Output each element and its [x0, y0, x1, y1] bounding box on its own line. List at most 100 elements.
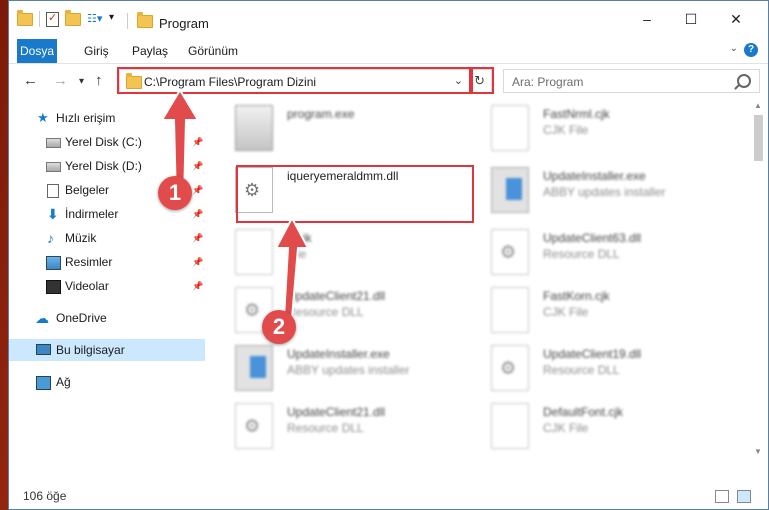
sidebar-item-onedrive[interactable]: ☁ OneDrive	[9, 307, 205, 329]
file-name: UpdateClient63.dll	[543, 231, 642, 245]
sidebar-item-label: İndirmeler	[65, 207, 119, 221]
videos-icon	[46, 280, 61, 294]
title-separator	[127, 13, 128, 29]
explorer-window: ☷▾ ▾ Program – ☐ ✕ Dosya Giriş Paylaş Gö…	[8, 0, 769, 510]
file-type: Resource DLL	[287, 421, 364, 435]
sidebar-item-label: Hızlı erişim	[56, 111, 116, 125]
window-title: Program	[159, 16, 209, 31]
file-item[interactable]: FastNrml.cjk CJK File	[485, 101, 725, 157]
download-icon: ⬇	[47, 206, 59, 222]
maximize-button[interactable]: ☐	[681, 11, 701, 27]
title-bar: ☷▾ ▾ Program – ☐ ✕	[9, 1, 768, 37]
navigation-bar: ← → ▾ ↑ C:\Program Files\Program Dizini …	[9, 67, 768, 95]
dll-gear-icon	[491, 229, 529, 275]
file-item[interactable]: UpdateClient19.dll Resource DLL	[485, 341, 725, 397]
computer-icon	[36, 344, 51, 355]
document-icon	[491, 105, 529, 151]
sidebar-item-label: Yerel Disk (D:)	[65, 159, 142, 173]
search-icon[interactable]	[737, 74, 751, 88]
properties-icon[interactable]	[46, 11, 59, 27]
large-icons-view-icon[interactable]	[737, 490, 751, 503]
ribbon-expand-icon[interactable]: ⌄	[730, 43, 738, 54]
search-box[interactable]: Ara: Program	[503, 69, 760, 93]
file-item[interactable]: UpdateInstaller.exe ABBY updates install…	[229, 341, 469, 397]
tab-share[interactable]: Paylaş	[123, 39, 177, 63]
sidebar-item-videos[interactable]: Videolar 📌	[9, 275, 205, 297]
file-type: Resource DLL	[543, 363, 620, 377]
disk-icon	[46, 138, 61, 148]
file-item[interactable]: UpdateClient63.dll Resource DLL	[485, 225, 725, 281]
toolbar-separator	[39, 11, 40, 27]
file-item[interactable]: UpdateClient21.dll Resource DLL	[229, 399, 469, 455]
dll-gear-icon	[491, 345, 529, 391]
cloud-icon: ☁	[35, 310, 49, 326]
file-name: program.exe	[287, 107, 355, 121]
file-type: ABBY updates installer	[543, 185, 666, 199]
up-button[interactable]: ↑	[95, 72, 103, 89]
file-type: ABBY updates installer	[287, 363, 410, 377]
file-name: FastKorn.cjk	[543, 289, 610, 303]
folder-icon[interactable]	[17, 9, 33, 26]
search-input[interactable]: Ara: Program	[512, 75, 583, 89]
recent-locations-button[interactable]: ▾	[79, 76, 84, 87]
file-name: UpdateClient21.dll	[287, 405, 386, 419]
scroll-thumb[interactable]	[754, 115, 763, 161]
file-type: CJK File	[543, 123, 589, 137]
sidebar-item-label: OneDrive	[56, 311, 107, 325]
music-icon: ♪	[47, 230, 54, 246]
file-item[interactable]: program.exe	[229, 101, 469, 157]
status-bar: 106 öğe	[9, 483, 768, 509]
sidebar-item-label: Videolar	[65, 279, 109, 293]
document-icon	[491, 403, 529, 449]
new-folder-icon[interactable]	[65, 9, 81, 26]
sidebar-item-pictures[interactable]: Resimler 📌	[9, 251, 205, 273]
sidebar-item-label: Müzik	[65, 231, 97, 245]
view-options-icon[interactable]: ☷▾	[87, 12, 103, 26]
pin-icon[interactable]: 📌	[192, 227, 203, 249]
close-button[interactable]: ✕	[726, 11, 746, 27]
application-icon	[235, 105, 273, 151]
pin-icon[interactable]: 📌	[192, 251, 203, 273]
file-type: CJK File	[543, 421, 589, 435]
file-name: UpdateInstaller.exe	[543, 169, 646, 183]
forward-button[interactable]: →	[53, 72, 68, 89]
sidebar-item-this-pc[interactable]: Bu bilgisayar	[9, 339, 205, 361]
help-icon[interactable]: ?	[744, 43, 758, 57]
file-type: Resource DLL	[543, 247, 620, 261]
file-item[interactable]: FastKorn.cjk CJK File	[485, 283, 725, 339]
file-item[interactable]: UpdateInstaller.exe ABBY updates install…	[485, 163, 725, 219]
sidebar-item-label: Yerel Disk (C:)	[65, 135, 142, 149]
pin-icon[interactable]: 📌	[192, 275, 203, 297]
tab-view[interactable]: Görünüm	[179, 39, 247, 63]
sidebar-item-label: Ağ	[56, 375, 71, 389]
vertical-scrollbar[interactable]: ▲ ▼	[751, 101, 765, 456]
scroll-down-icon[interactable]: ▼	[754, 447, 762, 456]
details-view-icon[interactable]	[715, 490, 729, 503]
step-1-badge: 1	[158, 176, 192, 210]
file-item[interactable]: DefaultFont.cjk CJK File	[485, 399, 725, 455]
file-highlight-box	[236, 165, 474, 223]
pictures-icon	[46, 256, 61, 270]
scroll-up-icon[interactable]: ▲	[754, 101, 762, 110]
sidebar-item-label: Bu bilgisayar	[56, 343, 125, 357]
tab-home[interactable]: Giriş	[75, 39, 118, 63]
quick-access-toolbar: ☷▾ ▾	[17, 9, 123, 27]
back-button[interactable]: ←	[23, 72, 38, 89]
sidebar-item-network[interactable]: Ağ	[9, 371, 205, 393]
network-icon	[36, 376, 51, 390]
tab-file[interactable]: Dosya	[17, 39, 57, 63]
item-count: 106 öğe	[23, 489, 67, 503]
refresh-highlight-box	[469, 67, 494, 94]
document-icon	[491, 287, 529, 333]
file-type: CJK File	[543, 305, 589, 319]
documents-icon	[47, 184, 59, 198]
file-name: UpdateClient19.dll	[543, 347, 642, 361]
minimize-button[interactable]: –	[637, 11, 657, 27]
step-2-badge: 2	[262, 310, 296, 344]
customize-qat-icon[interactable]: ▾	[109, 12, 123, 26]
sidebar-item-label: Belgeler	[65, 183, 110, 197]
file-name: DefaultFont.cjk	[543, 405, 624, 419]
dll-gear-icon	[235, 403, 273, 449]
disk-icon	[46, 162, 61, 172]
sidebar-item-music[interactable]: ♪ Müzik 📌	[9, 227, 205, 249]
